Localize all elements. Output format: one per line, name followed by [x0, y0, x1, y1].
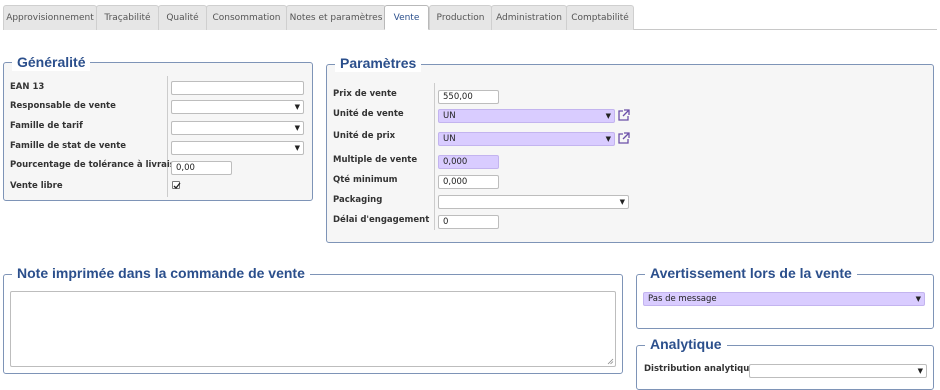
avertissement-select[interactable]: Pas de message ▼	[643, 292, 925, 306]
chevron-down-icon: ▼	[294, 124, 300, 132]
vente-libre-label: Vente libre	[10, 181, 63, 191]
avertissement-title: Avertissement lors de la vente	[645, 264, 857, 282]
famille-stat-label: Famille de stat de vente	[10, 141, 127, 151]
tab-approvisionnement[interactable]: Approvisionnement	[3, 5, 97, 30]
notebook-tabs: Approvisionnement Traçabilité Qualité Co…	[3, 5, 937, 30]
chevron-down-icon: ▼	[619, 198, 625, 206]
unite-vente-label: Unité de vente	[333, 109, 404, 119]
resize-grip-icon[interactable]	[607, 358, 614, 365]
tolerance-label: Pourcentage de tolérance à livraison	[10, 160, 187, 170]
multiple-vente-label: Multiple de vente	[333, 155, 418, 165]
chevron-down-icon: ▼	[605, 112, 611, 120]
unite-vente-select[interactable]: UN ▼	[438, 109, 615, 123]
distribution-select[interactable]: ▼	[749, 364, 927, 378]
distribution-label: Distribution analytique	[644, 364, 756, 374]
analytique-fieldset: Analytique Distribution analytique ▼	[636, 335, 934, 390]
tab-notes-parametres[interactable]: Notes et paramètres	[286, 5, 386, 30]
ean-label: EAN 13	[10, 82, 45, 92]
generalite-divider	[167, 76, 168, 197]
external-link-icon[interactable]	[617, 109, 630, 122]
packaging-select[interactable]: ▼	[438, 195, 629, 209]
tab-tracabilite[interactable]: Traçabilité	[96, 5, 159, 30]
famille-tarif-select[interactable]: ▼	[171, 121, 304, 135]
qte-minimum-label: Qté minimum	[333, 175, 398, 185]
generalite-fieldset: Généralité EAN 13 Responsable de vente ▼…	[3, 53, 313, 201]
chevron-down-icon: ▼	[605, 135, 611, 143]
prix-vente-field[interactable]: 550,00	[438, 90, 499, 104]
unite-prix-label: Unité de prix	[333, 131, 396, 141]
parametres-fieldset: Paramètres Prix de vente 550,00 Unité de…	[326, 54, 934, 243]
external-link-icon[interactable]	[617, 132, 630, 145]
qte-minimum-field[interactable]: 0,000	[438, 175, 499, 189]
chevron-down-icon: ▼	[915, 295, 921, 303]
multiple-vente-field[interactable]: 0,000	[438, 155, 499, 169]
parametres-title: Paramètres	[335, 54, 422, 72]
note-title: Note imprimée dans la commande de vente	[12, 264, 310, 282]
avertissement-value: Pas de message	[648, 294, 717, 304]
unite-prix-value: UN	[443, 134, 456, 144]
tab-comptabilite[interactable]: Comptabilité	[566, 5, 634, 30]
packaging-label: Packaging	[333, 195, 383, 205]
tab-qualite[interactable]: Qualité	[158, 5, 207, 30]
unite-prix-select[interactable]: UN ▼	[438, 132, 615, 146]
note-textarea[interactable]	[10, 291, 616, 367]
chevron-down-icon: ▼	[917, 367, 923, 375]
tab-administration[interactable]: Administration	[491, 5, 567, 30]
note-fieldset: Note imprimée dans la commande de vente	[3, 264, 623, 374]
prix-vente-label: Prix de vente	[333, 89, 397, 99]
famille-tarif-label: Famille de tarif	[10, 121, 83, 131]
chevron-down-icon: ▼	[294, 103, 300, 111]
generalite-title: Généralité	[12, 53, 91, 71]
checkmark-icon	[173, 182, 181, 189]
famille-stat-select[interactable]: ▼	[171, 141, 304, 155]
vente-libre-checkbox[interactable]	[172, 181, 181, 189]
ean-field[interactable]	[171, 81, 304, 95]
chevron-down-icon: ▼	[294, 144, 300, 152]
responsable-label: Responsable de vente	[10, 101, 116, 111]
tolerance-field[interactable]: 0,00	[171, 161, 232, 175]
responsable-select[interactable]: ▼	[171, 100, 304, 114]
parametres-divider	[434, 83, 435, 230]
unite-vente-value: UN	[443, 111, 456, 121]
avertissement-fieldset: Avertissement lors de la vente Pas de me…	[636, 264, 934, 329]
tab-consommation[interactable]: Consommation	[206, 5, 287, 30]
analytique-title: Analytique	[645, 335, 727, 353]
delai-field[interactable]: 0	[438, 215, 499, 229]
tab-vente[interactable]: Vente	[384, 5, 429, 30]
delai-label: Délai d'engagement	[333, 215, 430, 225]
tab-production[interactable]: Production	[429, 5, 492, 30]
